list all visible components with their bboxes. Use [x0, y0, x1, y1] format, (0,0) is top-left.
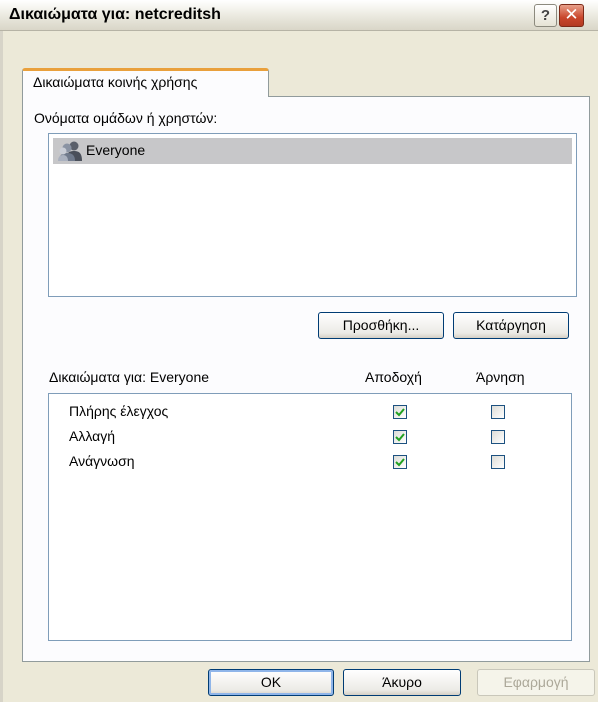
permissions-label: Δικαιώματα για: Everyone: [49, 369, 210, 385]
permission-row-change: Αλλαγή: [49, 426, 571, 450]
permission-row-full-control: Πλήρης έλεγχος: [49, 401, 571, 425]
remove-button[interactable]: Κατάργηση: [453, 312, 569, 339]
allow-checkbox-full-control[interactable]: [393, 405, 407, 419]
permission-row-read: Ανάγνωση: [49, 451, 571, 475]
deny-column-header: Άρνηση: [476, 369, 525, 385]
ok-button[interactable]: OK: [208, 669, 334, 696]
checkmark-icon: [395, 433, 405, 442]
close-button[interactable]: ✕: [559, 4, 584, 27]
deny-checkbox-read[interactable]: [491, 455, 505, 469]
users-list[interactable]: Everyone: [48, 133, 577, 297]
permissions-dialog: Δικαιώματα για: netcreditsh ? ✕ Δικαιώμα…: [0, 0, 598, 702]
checkmark-icon: [395, 408, 405, 417]
deny-checkbox-full-control[interactable]: [491, 405, 505, 419]
cancel-button[interactable]: Άκυρο: [343, 669, 461, 696]
permission-name: Αλλαγή: [69, 428, 116, 444]
permissions-list: Πλήρης έλεγχος Αλλαγή Ανάγνωση: [48, 393, 572, 641]
tab-label: Δικαιώματα κοινής χρήσης: [33, 74, 198, 90]
tab-share-permissions[interactable]: Δικαιώματα κοινής χρήσης: [22, 68, 269, 97]
users-group-icon: [58, 141, 82, 161]
users-list-label: Ονόματα ομάδων ή χρηστών:: [34, 110, 218, 126]
window-frame: [0, 31, 3, 702]
permission-name: Πλήρης έλεγχος: [69, 403, 169, 419]
help-icon: ?: [540, 7, 551, 24]
list-item-everyone[interactable]: Everyone: [53, 138, 572, 164]
deny-checkbox-change[interactable]: [491, 430, 505, 444]
allow-checkbox-read[interactable]: [393, 455, 407, 469]
window-title: Δικαιώματα για: netcreditsh: [9, 6, 221, 23]
allow-checkbox-change[interactable]: [393, 430, 407, 444]
permission-name: Ανάγνωση: [69, 453, 135, 469]
add-button[interactable]: Προσθήκη...: [318, 312, 444, 339]
checkmark-icon: [395, 458, 405, 467]
close-icon: ✕: [564, 5, 579, 24]
title-bar[interactable]: Δικαιώματα για: netcreditsh ? ✕: [0, 0, 598, 31]
tab-panel: Ονόματα ομάδων ή χρηστών: Everyone Προσθ…: [22, 96, 590, 662]
help-button[interactable]: ?: [534, 4, 557, 27]
allow-column-header: Αποδοχή: [365, 369, 422, 385]
apply-button[interactable]: Εφαρμογή: [477, 669, 595, 696]
list-item-label: Everyone: [86, 142, 146, 158]
